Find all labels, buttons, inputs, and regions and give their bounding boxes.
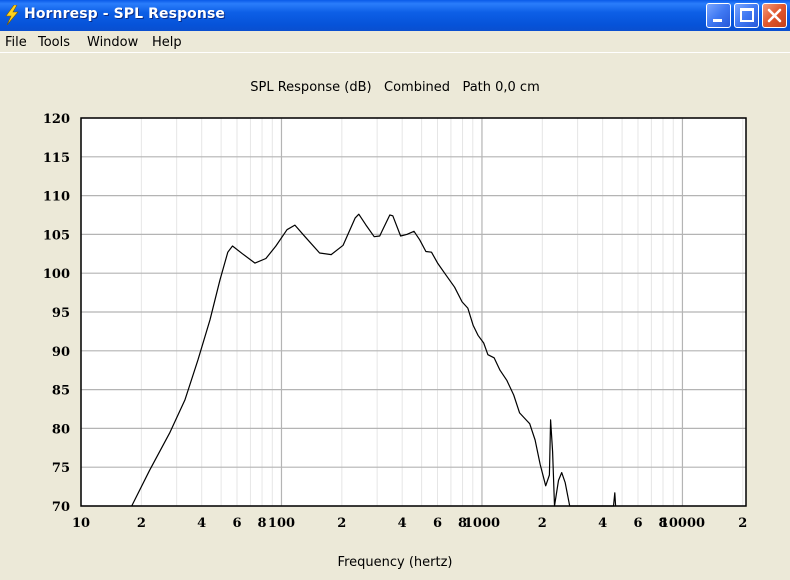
x-tick-label: 6 [232,516,241,531]
x-tick-label: 1000 [464,516,500,531]
y-tick-label: 85 [52,384,70,399]
x-tick-label: 10000 [660,516,705,531]
y-tick-label: 120 [43,112,70,127]
spl-chart: 707580859095100105110115120 10 2 4 6 8 100 2 4 6… [43,112,747,531]
hornresp-window: Hornresp - SPL Response File Tools Windo… [0,0,790,580]
x-axis-label: Frequency (hertz) [337,555,453,570]
x-tick-label: 4 [197,516,206,531]
x-tick-label: 2 [137,516,146,531]
y-tick-label: 80 [52,422,70,437]
x-tick-label: 6 [433,516,442,531]
y-tick-label: 115 [43,151,70,166]
y-tick-label: 110 [43,190,70,205]
x-tick-label: 2 [538,516,547,531]
y-tick-label: 100 [43,267,70,282]
x-tick-label: 2 [337,516,346,531]
y-tick-label: 95 [52,306,70,321]
x-tick-label: 10 [72,516,90,531]
x-tick-label: 100 [268,516,295,531]
x-tick-label: 8 [258,516,267,531]
y-tick-label: 105 [43,228,70,243]
x-tick-label: 4 [598,516,607,531]
y-tick-label: 70 [52,500,70,515]
y-tick-label: 75 [52,461,70,476]
x-tick-label: 4 [398,516,407,531]
grid [80,117,746,507]
x-tick-label: 6 [633,516,642,531]
x-tick-label: 2 [738,516,747,531]
y-axis-ticks: 70 75 80 85 90 95 100 105 110 115 120 [43,112,70,515]
x-axis-ticks: 10 2 4 6 8 100 2 4 6 81000 2 4 6 810000 2 [72,516,747,531]
y-tick-label: 90 [52,345,70,360]
